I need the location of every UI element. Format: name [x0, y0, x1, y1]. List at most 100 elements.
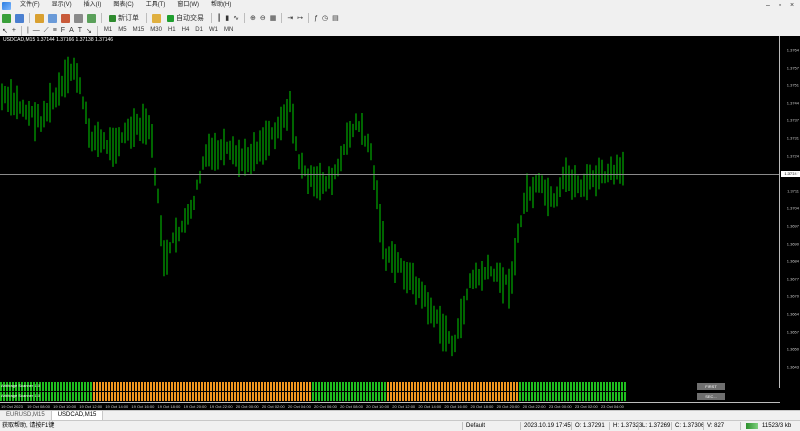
menu-view[interactable]: 显示(V): [46, 0, 78, 11]
indicator-bar: [180, 392, 182, 401]
indicator-bar: [393, 392, 395, 401]
horizontal-line-icon[interactable]: —: [32, 26, 41, 36]
indicator-bar: [138, 392, 140, 401]
indicator-bar: [207, 392, 209, 401]
time-tick-label: 20 Oct 16:00: [444, 404, 468, 409]
zoom-out-icon[interactable]: ⊖: [259, 13, 267, 23]
navigator-icon[interactable]: [60, 13, 71, 23]
market-watch-icon[interactable]: [34, 13, 45, 23]
label-icon[interactable]: T: [77, 26, 83, 36]
time-tick-label: 20 Oct 04:00: [287, 404, 311, 409]
indicator-bar: [87, 392, 89, 401]
close-icon[interactable]: ×: [788, 2, 796, 10]
cursor-icon[interactable]: ↖: [1, 26, 9, 36]
indicator-bar: [474, 392, 476, 401]
indicator-button-second[interactable]: SEC...: [697, 393, 725, 400]
indicator-bar: [276, 392, 278, 401]
tile-windows-icon[interactable]: ▦: [269, 13, 278, 23]
indicator-bar: [339, 382, 341, 391]
indicator-bar: [450, 382, 452, 391]
strategy-tester-icon[interactable]: [86, 13, 97, 23]
indicator-bar: [405, 392, 407, 401]
text-icon[interactable]: A: [68, 26, 75, 36]
indicator-bar: [60, 382, 62, 391]
autoscroll-icon[interactable]: ↦: [296, 13, 304, 23]
indicator-bar: [84, 392, 86, 401]
indicator-button-first[interactable]: FIRST: [697, 383, 725, 390]
terminal-icon[interactable]: [73, 13, 84, 23]
autotrading-button[interactable]: 自动交易: [164, 12, 207, 24]
indicator-bar: [306, 382, 308, 391]
menu-window[interactable]: 窗口(W): [171, 0, 205, 11]
indicator-bar: [372, 382, 374, 391]
arrows-icon[interactable]: ↘: [85, 26, 93, 36]
channel-icon[interactable]: ≡: [52, 26, 58, 36]
menu-tools[interactable]: 工具(T): [140, 0, 172, 11]
menu-help[interactable]: 帮助(H): [205, 0, 237, 11]
chart-window[interactable]: USDCAD,M15 1.37144 1.37166 1.37138 1.371…: [0, 36, 800, 410]
menu-charts[interactable]: 图表(C): [107, 0, 139, 11]
indicator-bar: [216, 382, 218, 391]
indicator-bar: [177, 382, 179, 391]
zoom-in-icon[interactable]: ⊕: [249, 13, 257, 23]
indicator-bar: [51, 392, 53, 401]
indicator-bar: [591, 392, 593, 401]
indicator-bar: [435, 392, 437, 401]
timeframe-d1[interactable]: D1: [192, 26, 206, 35]
timeframe-mn[interactable]: MN: [221, 26, 236, 35]
indicator-bar: [237, 392, 239, 401]
indicator-bar: [192, 392, 194, 401]
indicator-bar: [321, 382, 323, 391]
indicator-bar: [420, 392, 422, 401]
profiles-icon[interactable]: [14, 13, 25, 23]
crosshair-icon[interactable]: +: [11, 26, 17, 36]
indicator-bar: [582, 392, 584, 401]
chart-shift-icon[interactable]: ⇥: [286, 13, 294, 23]
data-window-icon[interactable]: [47, 13, 58, 23]
indicator-bar: [291, 392, 293, 401]
menu-file[interactable]: 文件(F): [14, 0, 46, 11]
indicator-bar: [522, 392, 524, 401]
vertical-line-icon[interactable]: |: [26, 26, 30, 36]
metaeditor-icon[interactable]: [151, 13, 162, 23]
minimize-icon[interactable]: –: [764, 2, 772, 10]
timeframe-h4[interactable]: H4: [179, 26, 193, 35]
indicator-bar: [330, 392, 332, 401]
indicator-bar: [573, 392, 575, 401]
indicator-bar: [423, 392, 425, 401]
templates-icon[interactable]: ▤: [331, 13, 340, 23]
menu-insert[interactable]: 插入(I): [78, 0, 108, 11]
timeframe-m1[interactable]: M1: [101, 26, 115, 35]
periods-icon[interactable]: ◷: [321, 13, 329, 23]
indicator-bar: [387, 382, 389, 391]
indicator-bar: [471, 392, 473, 401]
indicator-bar: [123, 382, 125, 391]
indicator-bar: [621, 392, 623, 401]
timeframe-h1[interactable]: H1: [165, 26, 179, 35]
timeframe-m5[interactable]: M5: [115, 26, 129, 35]
time-tick-label: 19 Oct 16:00: [131, 404, 155, 409]
timeframe-m30[interactable]: M30: [147, 26, 165, 35]
indicator-bar: [516, 382, 518, 391]
bar-chart-icon[interactable]: ┃: [216, 13, 222, 23]
trendline-icon[interactable]: ⟋: [43, 26, 50, 36]
timeframe-m15[interactable]: M15: [130, 26, 148, 35]
price-tick-label: 1.3697: [786, 223, 799, 229]
indicator-bar: [237, 382, 239, 391]
indicator-bar: [321, 392, 323, 401]
fibonacci-icon[interactable]: F: [60, 26, 66, 36]
new-chart-icon[interactable]: [1, 13, 12, 23]
candlestick-icon[interactable]: ▮: [224, 13, 230, 23]
timeframe-w1[interactable]: W1: [206, 26, 221, 35]
restore-icon[interactable]: ▫: [776, 2, 784, 10]
indicator-bar: [450, 392, 452, 401]
indicator-bar: [327, 392, 329, 401]
indicators-icon[interactable]: ƒ: [313, 13, 319, 23]
price-tick-label: 1.3650: [786, 346, 799, 352]
indicator-bar: [441, 382, 443, 391]
indicator-bar: [420, 382, 422, 391]
indicator-bar: [405, 382, 407, 391]
line-chart-icon[interactable]: ∿: [232, 13, 240, 23]
new-order-button[interactable]: 新订单: [106, 12, 142, 24]
indicator-bar: [57, 382, 59, 391]
